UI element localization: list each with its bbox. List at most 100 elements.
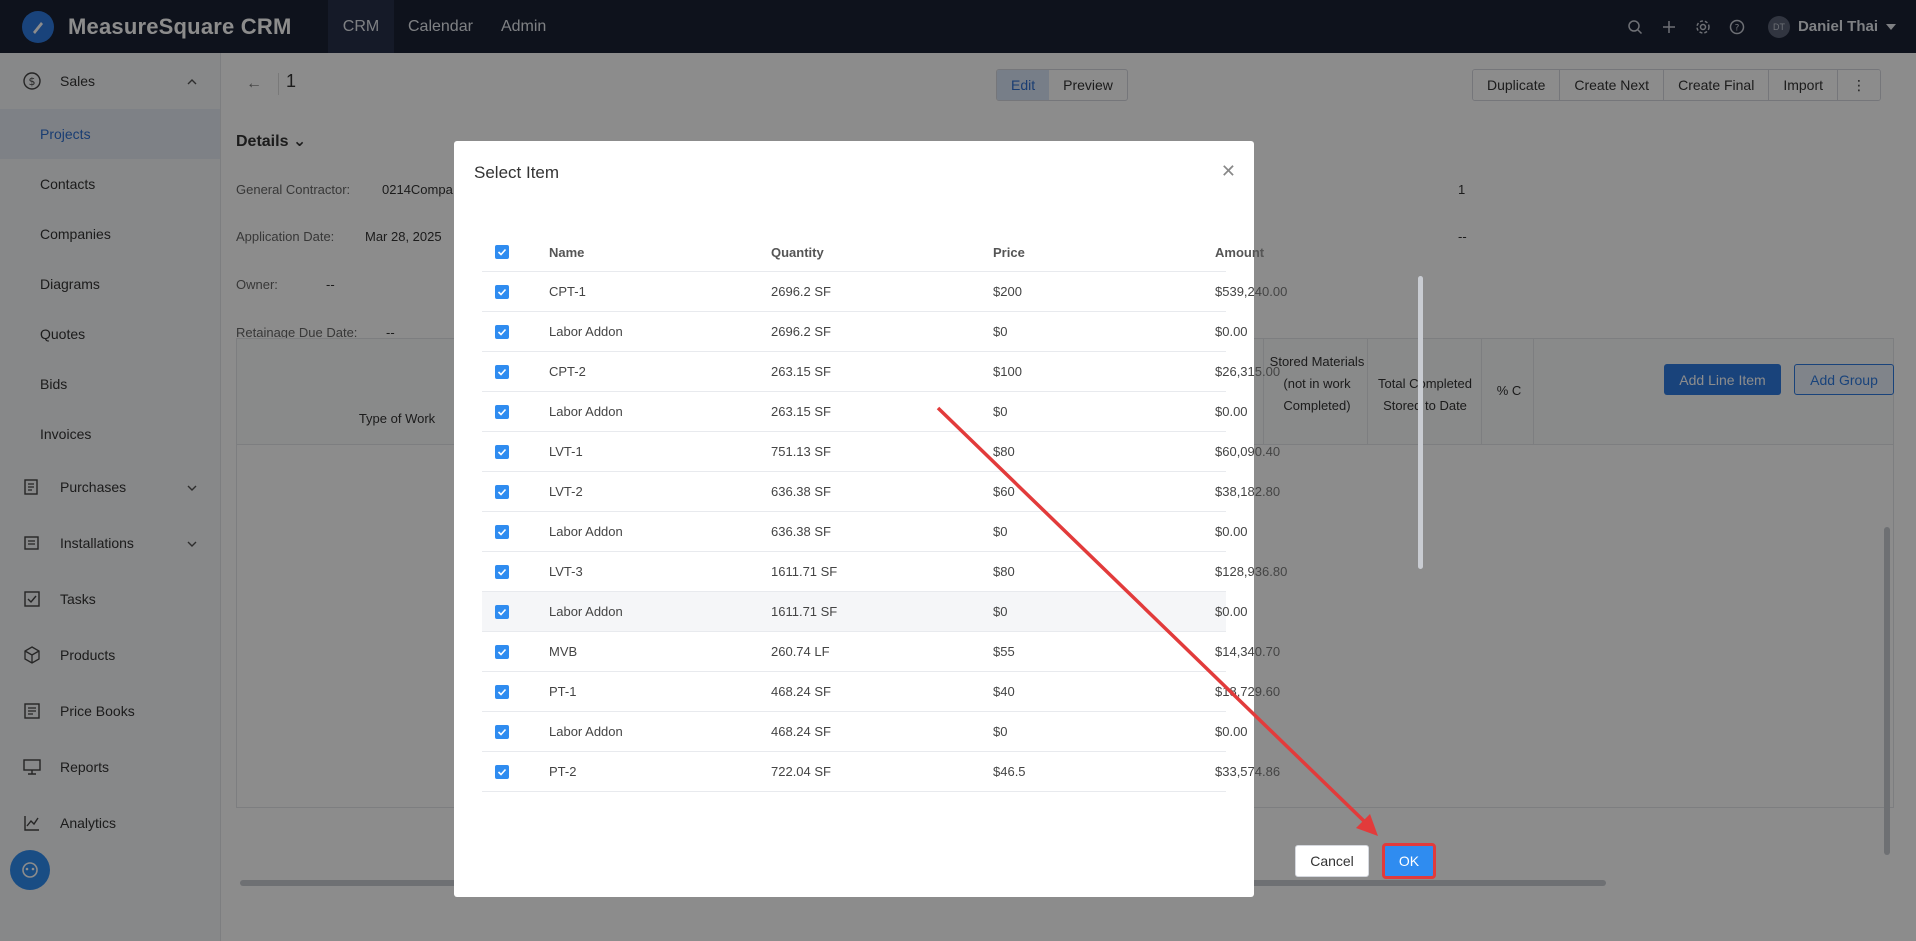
cell-price: $0: [993, 604, 1008, 619]
cell-price: $80: [993, 564, 1015, 579]
row-checkbox[interactable]: [495, 605, 509, 619]
cell-quantity: 722.04 SF: [771, 764, 831, 779]
cell-amount: $38,182.80: [1215, 484, 1281, 499]
cell-price: $100: [993, 364, 1022, 379]
cell-price: $0: [993, 724, 1008, 739]
check-icon: [497, 248, 507, 256]
table-row[interactable]: Labor Addon 636.38 SF $0 $0.00: [482, 512, 1248, 552]
row-checkbox[interactable]: [495, 725, 509, 739]
check-icon: [497, 448, 507, 456]
check-icon: [497, 288, 507, 296]
cell-quantity: 636.38 SF: [771, 524, 831, 539]
cell-quantity: 263.15 SF: [771, 404, 831, 419]
cell-quantity: 1611.71 SF: [771, 604, 838, 619]
table-row[interactable]: Labor Addon 2696.2 SF $0 $0.00: [482, 312, 1248, 352]
cell-amount: $0.00: [1215, 404, 1248, 419]
table-row[interactable]: Labor Addon 263.15 SF $0 $0.00: [482, 392, 1248, 432]
cell-quantity: 636.38 SF: [771, 484, 831, 499]
cell-amount: $0.00: [1215, 524, 1248, 539]
cell-name: LVT-2: [549, 484, 583, 499]
cell-price: $0: [993, 324, 1008, 339]
row-checkbox[interactable]: [495, 565, 509, 579]
cell-price: $40: [993, 684, 1015, 699]
table-row[interactable]: PT-1 468.24 SF $40 $18,729.60: [482, 672, 1280, 712]
table-row[interactable]: CPT-1 2696.2 SF $200 $539,240.00: [482, 272, 1287, 312]
cell-amount: $128,936.80: [1215, 564, 1288, 579]
table-row[interactable]: LVT-1 751.13 SF $80 $60,090.40: [482, 432, 1280, 472]
cell-quantity: 2696.2 SF: [771, 324, 831, 339]
table-header: Name Quantity Price Amount: [482, 233, 1264, 272]
check-icon: [497, 328, 507, 336]
check-icon: [497, 648, 507, 656]
check-icon: [497, 768, 507, 776]
row-checkbox[interactable]: [495, 645, 509, 659]
row-checkbox[interactable]: [495, 325, 509, 339]
row-checkbox[interactable]: [495, 485, 509, 499]
cell-quantity: 263.15 SF: [771, 364, 831, 379]
cancel-button[interactable]: Cancel: [1295, 845, 1369, 877]
cell-amount: $0.00: [1215, 604, 1248, 619]
cell-name: MVB: [549, 644, 578, 659]
cell-name: Labor Addon: [549, 524, 623, 539]
cell-quantity: 260.74 LF: [771, 644, 830, 659]
cell-price: $0: [993, 524, 1008, 539]
table-row[interactable]: LVT-2 636.38 SF $60 $38,182.80: [482, 472, 1280, 512]
check-icon: [497, 568, 507, 576]
column-header-name: Name: [549, 245, 585, 260]
select-all-checkbox[interactable]: [495, 245, 509, 259]
cell-price: $60: [993, 484, 1015, 499]
select-item-dialog: Select Item ✕ Name Quantity Price Amount…: [454, 141, 1436, 897]
row-checkbox[interactable]: [495, 405, 509, 419]
cell-price: $46.5: [993, 764, 1026, 779]
check-icon: [497, 488, 507, 496]
column-header-amount: Amount: [1215, 245, 1265, 260]
row-checkbox[interactable]: [495, 285, 509, 299]
cell-name: PT-1: [549, 684, 577, 699]
cell-price: $200: [993, 284, 1022, 299]
cell-amount: $14,340.70: [1215, 644, 1281, 659]
row-checkbox[interactable]: [495, 365, 509, 379]
cell-quantity: 468.24 SF: [771, 684, 831, 699]
cell-amount: $539,240.00: [1215, 284, 1288, 299]
dialog-scrollbar[interactable]: [1418, 276, 1423, 569]
cell-name: Labor Addon: [549, 324, 623, 339]
table-row[interactable]: MVB 260.74 LF $55 $14,340.70: [482, 632, 1280, 672]
cell-name: PT-2: [549, 764, 577, 779]
cell-name: Labor Addon: [549, 724, 623, 739]
cell-name: Labor Addon: [549, 604, 623, 619]
table-row[interactable]: Labor Addon 468.24 SF $0 $0.00: [482, 712, 1248, 752]
column-header-price: Price: [993, 245, 1025, 260]
column-header-quantity: Quantity: [771, 245, 824, 260]
ok-button[interactable]: OK: [1382, 843, 1436, 879]
cell-name: LVT-3: [549, 564, 583, 579]
cell-amount: $33,574.86: [1215, 764, 1281, 779]
cell-amount: $0.00: [1215, 724, 1248, 739]
cell-quantity: 468.24 SF: [771, 724, 831, 739]
check-icon: [497, 528, 507, 536]
cell-amount: $0.00: [1215, 324, 1248, 339]
row-checkbox[interactable]: [495, 685, 509, 699]
close-icon[interactable]: ✕: [1221, 161, 1236, 182]
cell-price: $55: [993, 644, 1015, 659]
table-row[interactable]: CPT-2 263.15 SF $100 $26,315.00: [482, 352, 1280, 392]
row-checkbox[interactable]: [495, 445, 509, 459]
cell-price: $80: [993, 444, 1015, 459]
table-row[interactable]: LVT-3 1611.71 SF $80 $128,936.80: [482, 552, 1287, 592]
check-icon: [497, 688, 507, 696]
cell-amount: $26,315.00: [1215, 364, 1281, 379]
cell-amount: $60,090.40: [1215, 444, 1281, 459]
cell-price: $0: [993, 404, 1008, 419]
cell-quantity: 1611.71 SF: [771, 564, 838, 579]
check-icon: [497, 368, 507, 376]
cell-name: LVT-1: [549, 444, 583, 459]
cell-amount: $18,729.60: [1215, 684, 1281, 699]
row-checkbox[interactable]: [495, 765, 509, 779]
row-checkbox[interactable]: [495, 525, 509, 539]
check-icon: [497, 608, 507, 616]
check-icon: [497, 728, 507, 736]
cell-name: CPT-1: [549, 284, 586, 299]
cell-name: CPT-2: [549, 364, 586, 379]
table-row[interactable]: PT-2 722.04 SF $46.5 $33,574.86: [482, 752, 1280, 792]
table-row[interactable]: Labor Addon 1611.71 SF $0 $0.00: [482, 592, 1248, 632]
item-table: Name Quantity Price Amount CPT-1 2696.2 S…: [482, 233, 1287, 792]
